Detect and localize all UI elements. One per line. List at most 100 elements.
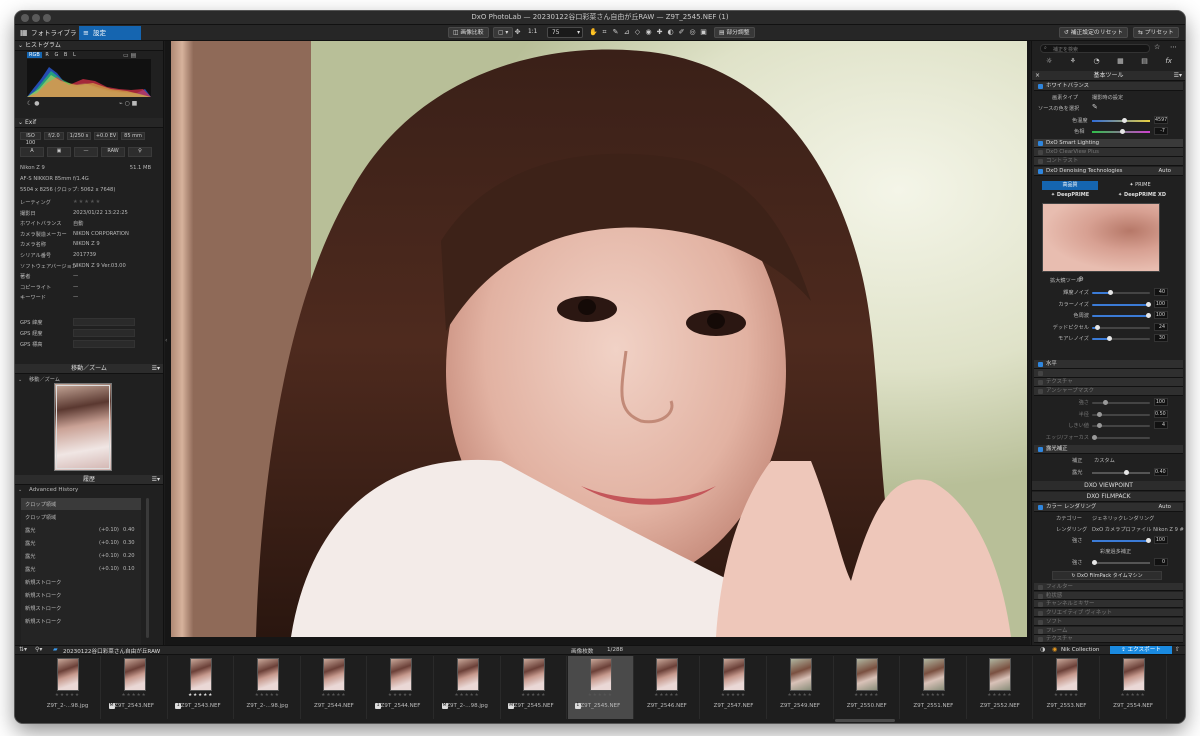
- filmstrip-thumbnail[interactable]: ★★★★★ 1 Z9T_2545.NEF: [567, 656, 634, 719]
- close-icon[interactable]: ×: [1035, 71, 1040, 81]
- preset-button[interactable]: ⇆ プリセット: [1133, 27, 1179, 38]
- sharpen-value[interactable]: 0.50: [1154, 409, 1168, 418]
- filmstrip-thumbnail[interactable]: ★★★★★ Z9T_2552.NEF: [967, 656, 1034, 719]
- viewpoint-header[interactable]: DXO VIEWPOINT: [1032, 481, 1185, 491]
- denoise-slider[interactable]: [1092, 313, 1151, 319]
- exp-mode-select[interactable]: カスタム: [1094, 457, 1115, 464]
- thumbnail-rating[interactable]: ★★★★★: [35, 693, 100, 698]
- thumbnail-rating[interactable]: ★★★★★: [634, 693, 699, 698]
- wb-type-select[interactable]: 撮影時の設定: [1092, 94, 1123, 101]
- zoom-select[interactable]: 75 ▾: [547, 27, 583, 38]
- category-select[interactable]: ジェネリックレンダリング: [1092, 515, 1154, 522]
- history-item[interactable]: 新規ストローク: [21, 589, 141, 601]
- history-header[interactable]: 履歴 ☰▾: [15, 475, 163, 485]
- prime-option[interactable]: ✦ PRIME: [1112, 181, 1168, 190]
- thumbnail-rating[interactable]: ★★★★★: [168, 693, 233, 698]
- tint-knob[interactable]: [1120, 129, 1125, 134]
- gamut-slider[interactable]: [1092, 560, 1150, 565]
- denoise-value[interactable]: 100: [1154, 299, 1168, 308]
- filmpack-tool-section[interactable]: 粒状感: [1034, 591, 1183, 600]
- filmstrip-scrollbar[interactable]: [835, 719, 895, 722]
- deepprime-option[interactable]: ✦ DeepPRIME: [1042, 191, 1098, 200]
- sharpen-value[interactable]: 100: [1154, 398, 1168, 406]
- exposure-value[interactable]: 0.40: [1154, 468, 1168, 476]
- exposure-slider[interactable]: [1092, 470, 1150, 475]
- gamut-knob[interactable]: [1092, 560, 1097, 565]
- filmstrip-thumbnail[interactable]: ★★★★★ Z9T_2-…98.jpg: [235, 656, 301, 719]
- clearview-section[interactable]: DxO ClearView Plus: [1034, 148, 1183, 157]
- denoising-section[interactable]: DxO Denoising Technologies Auto: [1034, 167, 1183, 176]
- rendering-select[interactable]: DxO カメラプロファイル Nikon Z 9 #: [1092, 526, 1184, 533]
- detail-icon[interactable]: ◔: [1094, 57, 1100, 65]
- thumbnail-rating[interactable]: ★★★★★: [501, 693, 566, 698]
- thumbnail-rating[interactable]: ★★★★★: [768, 693, 833, 698]
- history-item[interactable]: 露光 (+0.10) 0.30: [21, 537, 141, 549]
- time-machine-button[interactable]: ↻ DxO FilmPack タイムマシン: [1052, 571, 1162, 580]
- slider-knob[interactable]: [1097, 423, 1103, 429]
- channel-b[interactable]: B: [62, 52, 69, 58]
- image-viewer[interactable]: ‹: [165, 41, 1030, 645]
- filmstrip-thumbnail[interactable]: ★★★★★ 1 Z9T_2543.NEF: [168, 656, 235, 719]
- texture-section[interactable]: テクスチャ: [1034, 378, 1183, 387]
- crop-icon[interactable]: ⌗: [600, 28, 609, 37]
- filmpack-tool-section[interactable]: フレーム: [1034, 626, 1183, 635]
- tint-value[interactable]: -7: [1154, 127, 1168, 135]
- filmpack-tool-section[interactable]: ソフト: [1034, 617, 1183, 626]
- filmstrip-thumbnail[interactable]: ★★★★★ Z9T_2554.NEF: [1101, 656, 1167, 719]
- thumbnail-rating[interactable]: ★★★★★: [435, 693, 500, 698]
- channel-rgb[interactable]: RGB: [27, 52, 42, 58]
- filmpack-tool-section[interactable]: テクスチャ: [1034, 635, 1183, 644]
- mask-icon[interactable]: ◐: [666, 28, 675, 37]
- denoise-slider[interactable]: [1092, 301, 1151, 307]
- filmstrip-thumbnail[interactable]: ★★★★★ Z9T_2550.NEF: [834, 656, 901, 719]
- filmstrip-thumbnail[interactable]: ★★★★★ Z9T_2549.NEF: [768, 656, 834, 719]
- history-item[interactable]: 露光 (+0.10) 0.40: [21, 524, 141, 536]
- panel-menu-icon[interactable]: ☰▾: [152, 364, 160, 374]
- denoise-value[interactable]: 24: [1154, 322, 1168, 331]
- denoise-slider[interactable]: [1092, 290, 1150, 295]
- slider-knob[interactable]: [1097, 411, 1103, 417]
- denoise-slider[interactable]: [1092, 324, 1150, 330]
- history-item[interactable]: クロップ領域: [21, 498, 141, 510]
- sharpen-slider[interactable]: [1092, 400, 1150, 405]
- panel-menu-icon[interactable]: ☰▾: [152, 475, 160, 485]
- info-value[interactable]: ★★★★★: [73, 199, 101, 205]
- gps-field[interactable]: [73, 340, 135, 348]
- temp-knob[interactable]: [1122, 118, 1127, 123]
- sharpen-value[interactable]: 4: [1154, 421, 1168, 430]
- filmpack-tool-section[interactable]: クリエイティブ ヴィネット: [1034, 609, 1183, 618]
- exif-header[interactable]: ⌄ Exif: [15, 118, 163, 128]
- filmpack-header[interactable]: DXO FILMPACK: [1032, 492, 1185, 502]
- history-item[interactable]: クロップ領域: [21, 511, 141, 523]
- panel-menu-icon[interactable]: ☰▾: [1174, 71, 1182, 81]
- hq-option[interactable]: 高品質: [1042, 181, 1098, 190]
- reset-button[interactable]: ↺ 補正設定のリセット: [1059, 27, 1128, 38]
- basic-tools-header[interactable]: × 基本ツール ☰▾: [1032, 71, 1185, 81]
- tab-photo-library[interactable]: ▦ フォトライブラリ: [17, 26, 79, 51]
- filmstrip-thumbnail[interactable]: ★★★★★ M Z9T_2-…98.jpg: [435, 656, 501, 719]
- eyedropper-icon[interactable]: ✎: [1092, 103, 1098, 111]
- sort-icon[interactable]: ⇅▾: [19, 646, 27, 653]
- history-item[interactable]: 新規ストローク: [21, 602, 141, 614]
- thumbnail-rating[interactable]: ★★★★★: [834, 693, 899, 698]
- sharpen-slider[interactable]: [1092, 411, 1150, 417]
- horizon-section[interactable]: 水平: [1034, 360, 1183, 369]
- histogram-header[interactable]: ⌄ ヒストグラム: [15, 41, 163, 51]
- filter-icon[interactable]: ⚲▾: [35, 646, 42, 653]
- clip-highlight-icon[interactable]: ⌁ ○ ■: [119, 100, 137, 107]
- sun-icon[interactable]: ☼: [1046, 57, 1052, 65]
- white-balance-section[interactable]: ホワイトバランス: [1034, 82, 1183, 91]
- history-item[interactable]: 新規ストローク: [21, 576, 141, 588]
- contrast-section[interactable]: コントラスト: [1034, 157, 1183, 166]
- slider-knob[interactable]: [1094, 324, 1100, 330]
- denoise-slider[interactable]: [1092, 336, 1150, 342]
- geometry-icon[interactable]: ▦: [1117, 57, 1124, 65]
- thumbnail-rating[interactable]: ★★★★★: [102, 693, 167, 698]
- nik-collection-button[interactable]: Nik Collection: [1061, 647, 1099, 653]
- filmstrip-thumbnail[interactable]: ★★★★★ 1 Z9T_2544.NEF: [368, 656, 434, 719]
- star-icon[interactable]: ☆: [1154, 43, 1160, 51]
- local-icon[interactable]: ▤: [1141, 57, 1148, 65]
- gps-field[interactable]: [73, 329, 135, 337]
- history-scrollbar[interactable]: [146, 498, 149, 638]
- denoise-value[interactable]: 30: [1154, 334, 1168, 343]
